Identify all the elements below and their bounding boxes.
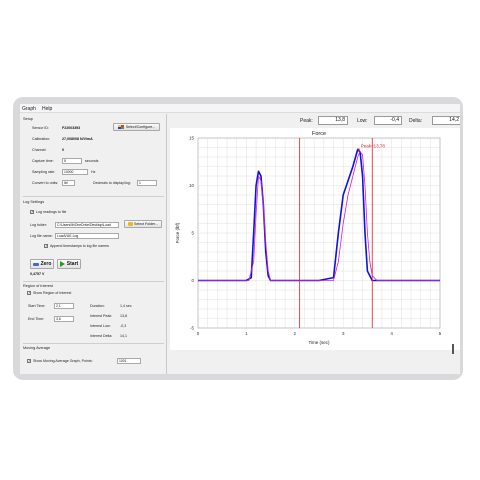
divider	[23, 281, 164, 282]
scrollbar[interactable]	[452, 344, 454, 354]
select-folder-button[interactable]: Select Folder...	[124, 220, 162, 228]
end-time-label: End Time:	[28, 317, 45, 321]
start-label: Start	[66, 261, 79, 267]
force-plot-panel: 0 1 2 3 4 5 -5 0 5 10 15 Force Time (sec) Force (lbf)…	[170, 128, 460, 350]
x-tick-label: 4	[390, 331, 393, 336]
y-tick-label: 15	[189, 136, 195, 141]
sampling-rate-input[interactable]: 10000	[62, 169, 88, 175]
y-tick-label: 0	[191, 278, 194, 283]
folder-icon	[128, 222, 133, 226]
log-file-label: Log file name:	[30, 234, 53, 238]
capture-time-input[interactable]: 5	[62, 158, 82, 164]
append-timestamp-label: Append timestamps to log file names	[50, 244, 109, 248]
y-tick-label: -5	[190, 326, 194, 331]
capture-time-unit: seconds	[85, 159, 99, 163]
roi-title: Region of Interest	[23, 284, 53, 288]
channel-label: Channel:	[32, 148, 47, 152]
interest-delta-value: 14,1	[120, 334, 127, 338]
capture-time-label: Capture time:	[32, 159, 54, 163]
x-tick-label: 1	[245, 331, 248, 336]
start-time-label: Start Time:	[28, 304, 46, 308]
y-tick-label: 5	[191, 231, 194, 236]
chart-title: Force	[312, 131, 326, 137]
play-icon	[59, 261, 65, 267]
log-file-input[interactable]: LoadVUE-Log	[55, 233, 119, 239]
interest-low-value: -0,3	[120, 324, 127, 328]
sampling-rate-unit: Hz	[91, 170, 96, 174]
show-roi-checkbox[interactable]: ✓	[27, 291, 31, 295]
select-folder-label: Select Folder...	[134, 222, 158, 226]
convert-units-label: Convert to units:	[32, 181, 59, 185]
x-axis-label: Time (sec)	[308, 340, 330, 345]
palette-icon	[117, 125, 124, 129]
setup-title: Setup	[23, 117, 33, 121]
decimals-label: Decimals to display/log:	[93, 181, 131, 185]
calibration-label: Calibration:	[32, 137, 51, 141]
divider	[23, 343, 164, 344]
show-moving-average-label: Show Moving Average Graph, Points:	[33, 359, 93, 363]
channel-value: 0	[62, 148, 64, 152]
low-readout: -0,4	[374, 116, 402, 125]
log-settings-title: Log Settings	[23, 200, 45, 204]
duration-label: Duration:	[90, 304, 105, 308]
end-time-input[interactable]: 3,6	[54, 316, 74, 322]
zero-label: Zero	[40, 261, 52, 267]
interest-low-label: Interest Low:	[90, 324, 111, 328]
readout-bar: Peak: 13,8 Low: -0,4 Delta: 14,2	[168, 114, 460, 128]
show-roi-label: Show Region of Interest	[33, 291, 72, 295]
select-configure-label: Select/Configure...	[125, 125, 156, 129]
sampling-rate-label: Sampling rate:	[32, 170, 56, 174]
units-select[interactable]: lbf	[62, 180, 75, 186]
peak-marker	[357, 148, 360, 151]
zero-button[interactable]: Zero	[30, 259, 54, 269]
interest-delta-label: Interest Delta:	[90, 334, 113, 338]
settings-panel: Setup Sensor ID: F22003393 Select/Config…	[20, 114, 167, 374]
calibration-value: 27,008008 N/V/mA	[62, 137, 93, 141]
peak-label: Peak=13,78	[361, 143, 386, 148]
zero-icon	[32, 262, 39, 266]
sensor-id-label: Sensor ID:	[32, 126, 49, 130]
voltage-readout: 0,4757 V	[30, 272, 45, 276]
sensor-id-value: F22003393	[62, 126, 81, 130]
x-tick-label: 0	[197, 331, 200, 336]
app-window: Graph Help Setup Sensor ID: F22003393 Se…	[20, 104, 460, 374]
log-readings-checkbox[interactable]: ✓	[30, 210, 34, 214]
delta-label: Delta:	[409, 118, 423, 124]
peak-label: Peak:	[300, 118, 313, 124]
delta-readout: 14,2	[432, 116, 460, 125]
interest-peak-value: 13,8	[120, 314, 127, 318]
duration-value: 1,4 sec	[120, 304, 132, 308]
x-tick-label: 2	[294, 331, 297, 336]
menu-help[interactable]: Help	[42, 106, 52, 112]
low-label: Low:	[357, 118, 368, 124]
force-chart: 0 1 2 3 4 5-5051015ForceTime (sec)Force (lbf)…	[175, 131, 442, 345]
y-tick-label: 10	[189, 183, 195, 188]
menu-bar: Graph Help	[20, 104, 460, 113]
peak-readout: 13,8	[318, 116, 348, 125]
log-readings-label: Log readings to file	[36, 210, 67, 214]
x-tick-label: 3	[342, 331, 345, 336]
start-button[interactable]: Start	[57, 259, 81, 269]
x-tick-label: 5	[439, 331, 442, 336]
start-time-input[interactable]: 2,1	[54, 303, 74, 309]
select-configure-button[interactable]: Select/Configure...	[113, 123, 160, 131]
moving-average-title: Moving Average	[23, 346, 51, 350]
decimals-select[interactable]: 1	[137, 180, 157, 186]
divider	[23, 196, 164, 197]
y-axis-label: Force (lbf)	[175, 222, 180, 243]
menu-graph[interactable]: Graph	[22, 106, 36, 112]
log-folder-label: Log folder:	[30, 223, 47, 227]
append-timestamp-checkbox[interactable]: ✓	[44, 244, 48, 248]
moving-average-points-input[interactable]: 1001	[117, 358, 141, 364]
log-folder-input[interactable]: C:\Users\lb\OneDrive\Desktop\Load	[55, 222, 119, 228]
show-moving-average-checkbox[interactable]: ✓	[27, 359, 31, 363]
interest-peak-label: Interest Peak:	[90, 314, 113, 318]
